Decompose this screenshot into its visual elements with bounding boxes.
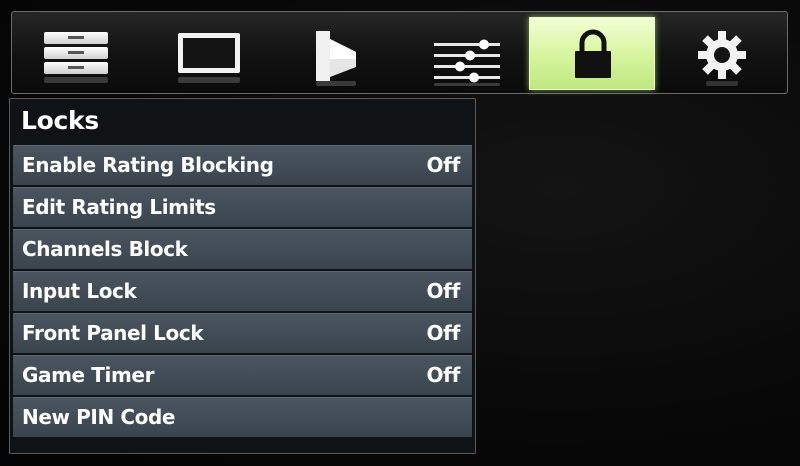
category-tab-bar: [11, 11, 788, 94]
menu-item-value: Off: [426, 279, 460, 303]
menu-item-enable-rating-blocking[interactable]: Enable Rating Blocking Off: [13, 145, 472, 185]
tab-display[interactable]: [164, 17, 290, 90]
tab-locks[interactable]: [529, 17, 655, 90]
menu-item-value: Off: [426, 153, 460, 177]
menu-item-channels-block[interactable]: Channels Block: [13, 229, 472, 269]
tab-audio[interactable]: [296, 17, 422, 90]
menu-item-label: Game Timer: [22, 363, 155, 387]
menu-item-new-pin-code[interactable]: New PIN Code: [13, 397, 472, 437]
lock-icon: [575, 29, 611, 78]
display-icon: [178, 33, 240, 83]
menu-item-value: Off: [426, 321, 460, 345]
tv-menu-screen: Locks Enable Rating Blocking Off Edit Ra…: [0, 0, 800, 466]
menu-item-label: Enable Rating Blocking: [22, 153, 274, 177]
menu-item-input-lock[interactable]: Input Lock Off: [13, 271, 472, 311]
menu-item-label: Edit Rating Limits: [22, 195, 216, 219]
menu-item-label: Channels Block: [22, 237, 188, 261]
locks-menu-list: Enable Rating Blocking Off Edit Rating L…: [13, 145, 472, 439]
speaker-icon: [316, 31, 356, 86]
tab-picture[interactable]: [32, 17, 158, 90]
menu-item-game-timer[interactable]: Game Timer Off: [13, 355, 472, 395]
tab-system[interactable]: [660, 17, 786, 90]
menu-item-label: New PIN Code: [22, 405, 176, 429]
locks-menu-panel: Locks Enable Rating Blocking Off Edit Ra…: [9, 98, 476, 454]
panel-title: Locks: [21, 106, 99, 135]
menu-item-value: Off: [426, 363, 460, 387]
menu-item-edit-rating-limits[interactable]: Edit Rating Limits: [13, 187, 472, 227]
menu-item-label: Input Lock: [22, 279, 137, 303]
menu-item-label: Front Panel Lock: [22, 321, 204, 345]
menu-item-front-panel-lock[interactable]: Front Panel Lock Off: [13, 313, 472, 353]
picture-menu-icon: [44, 32, 108, 83]
gear-icon: [698, 31, 746, 86]
